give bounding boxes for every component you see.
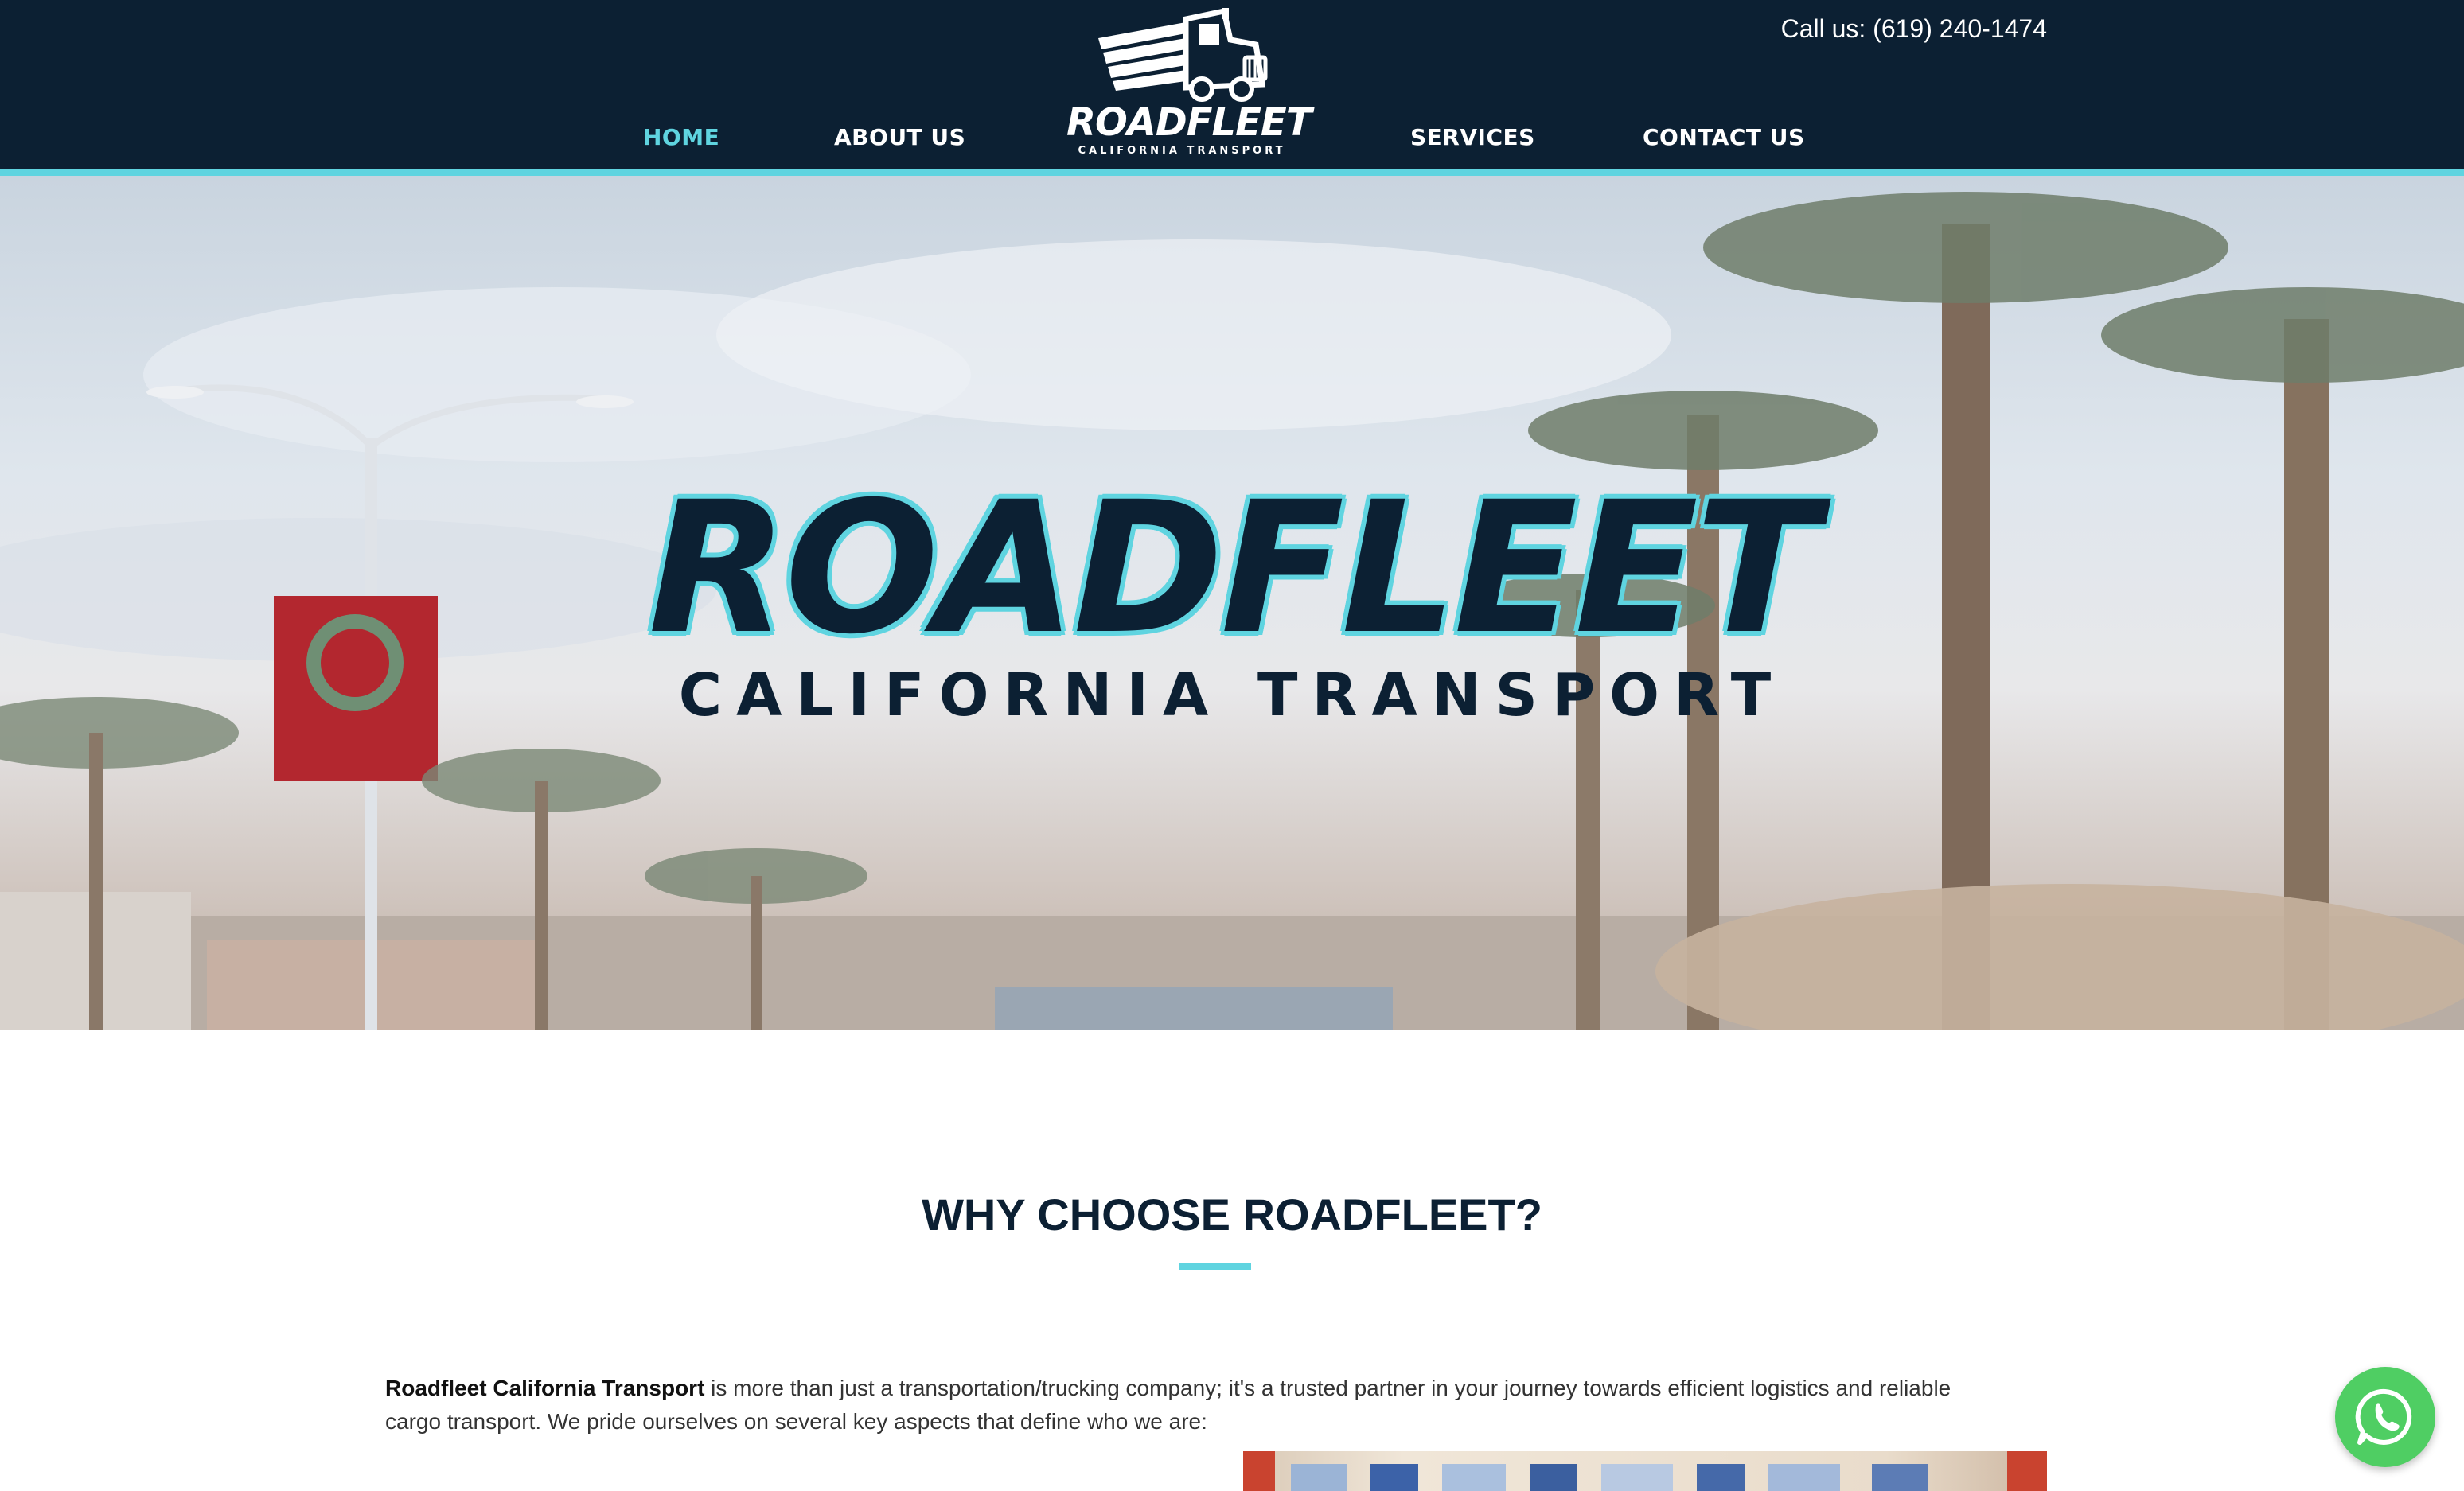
site-header: Call us: (619) 240-1474 HOME ABOUT US RO… [0, 0, 2464, 170]
whatsapp-icon [2355, 1388, 2412, 1445]
truck-icon [1098, 8, 1268, 102]
intro-paragraph: Roadfleet California Transport is more t… [385, 1372, 1977, 1438]
phone-number[interactable]: Call us: (619) 240-1474 [1781, 14, 2047, 44]
nav-about-us[interactable]: ABOUT US [834, 124, 965, 150]
nav-home[interactable]: HOME [643, 124, 719, 150]
nav-contact-us[interactable]: CONTACT US [1643, 124, 1805, 150]
whatsapp-chat-button[interactable] [2335, 1367, 2435, 1467]
logo-tagline: CALIFORNIA TRANSPORT [1078, 145, 1286, 157]
section-title: WHY CHOOSE ROADFLEET? [922, 1189, 1542, 1240]
site-logo[interactable]: ROADFLEET CALIFORNIA TRANSPORT [1066, 8, 1312, 159]
hero-subtitle: CALIFORNIA TRANSPORT [678, 661, 1786, 730]
logo-wordmark: ROADFLEET [1066, 100, 1312, 145]
header-accent-bar [0, 169, 2464, 176]
intro-company-name: Roadfleet California Transport [385, 1376, 705, 1400]
title-underline [1179, 1263, 1251, 1270]
hero-banner: ROADFLEET CALIFORNIA TRANSPORT [0, 176, 2464, 1030]
section-image [1243, 1451, 2047, 1491]
nav-services[interactable]: SERVICES [1410, 124, 1535, 150]
hero-title: ROADFLEET [648, 462, 1819, 674]
section-image-graphic [1243, 1451, 2047, 1491]
